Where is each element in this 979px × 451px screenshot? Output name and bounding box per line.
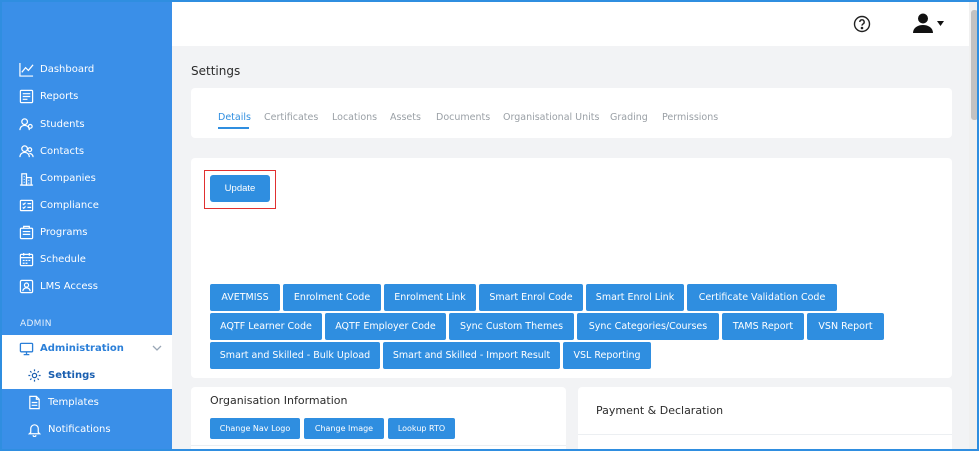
programs-icon	[18, 225, 34, 241]
sidebar-item-students[interactable]: Students	[2, 111, 172, 138]
sidebar-item-administration[interactable]: Administration	[2, 335, 172, 362]
sidebar-item-label: Compliance	[40, 200, 99, 211]
scrollbar-thumb[interactable]	[971, 10, 977, 120]
help-icon[interactable]	[853, 15, 871, 33]
sidebar-item-label: Settings	[48, 370, 96, 381]
chart-line-icon	[18, 62, 34, 78]
sidebar-item-reports[interactable]: Reports	[2, 83, 172, 110]
sidebar: Dashboard Reports Students Contacts Comp…	[2, 2, 172, 449]
tab-documents[interactable]: Documents	[436, 112, 490, 123]
aqtf-learner-code-button[interactable]: AQTF Learner Code	[210, 313, 322, 340]
sidebar-item-notifications[interactable]: Notifications	[2, 416, 172, 443]
monitor-icon	[18, 341, 34, 357]
sync-categories-courses-button[interactable]: Sync Categories/Courses	[577, 313, 719, 340]
caret-down-icon[interactable]	[937, 21, 944, 26]
tab-assets[interactable]: Assets	[390, 112, 421, 123]
certificate-validation-code-button[interactable]: Certificate Validation Code	[687, 284, 837, 311]
aqtf-employer-code-button[interactable]: AQTF Employer Code	[325, 313, 446, 340]
sidebar-item-label: Schedule	[40, 254, 86, 265]
sidebar-item-label: Reports	[40, 91, 79, 102]
page-title: Settings	[191, 64, 241, 78]
compliance-icon	[18, 198, 34, 214]
sidebar-item-companies[interactable]: Companies	[2, 165, 172, 192]
sidebar-section-heading: ADMIN	[20, 319, 52, 329]
report-icon	[18, 89, 34, 105]
lms-icon	[18, 279, 34, 295]
lookup-rto-button[interactable]: Lookup RTO	[388, 418, 455, 439]
top-bar	[172, 2, 969, 46]
enrolment-link-button[interactable]: Enrolment Link	[384, 284, 476, 311]
smart-and-skilled-import-result-button[interactable]: Smart and Skilled - Import Result	[383, 342, 560, 369]
template-icon	[26, 395, 42, 411]
organisation-info-title: Organisation Information	[210, 394, 348, 407]
tams-report-button[interactable]: TAMS Report	[722, 313, 804, 340]
update-button[interactable]: Update	[210, 175, 270, 202]
app-window: Dashboard Reports Students Contacts Comp…	[0, 0, 979, 451]
sidebar-item-dashboard[interactable]: Dashboard	[2, 56, 172, 83]
bell-icon	[26, 422, 42, 438]
sidebar-item-contacts[interactable]: Contacts	[2, 138, 172, 165]
sidebar-item-label: Companies	[40, 173, 96, 184]
payment-declaration-card	[578, 387, 952, 449]
divider	[578, 434, 952, 435]
sidebar-item-label: Contacts	[40, 146, 85, 157]
sidebar-item-templates[interactable]: Templates	[2, 389, 172, 416]
smart-enrol-link-button[interactable]: Smart Enrol Link	[586, 284, 684, 311]
sidebar-item-label: Dashboard	[40, 64, 95, 75]
divider	[191, 445, 566, 446]
change-image-button[interactable]: Change Image	[304, 418, 384, 439]
tab-organisational-units[interactable]: Organisational Units	[503, 112, 599, 123]
sidebar-item-label: Students	[40, 119, 85, 130]
sidebar-item-programs[interactable]: Programs	[2, 219, 172, 246]
tab-details[interactable]: Details	[218, 112, 251, 123]
vsn-report-button[interactable]: VSN Report	[807, 313, 884, 340]
sidebar-item-label: LMS Access	[40, 281, 98, 292]
building-icon	[18, 171, 34, 187]
chevron-down-icon[interactable]	[152, 343, 162, 353]
active-tab-indicator	[218, 127, 249, 129]
sidebar-item-schedule[interactable]: Schedule	[2, 246, 172, 273]
sidebar-item-settings[interactable]: Settings	[2, 362, 172, 389]
user-icon[interactable]	[912, 12, 934, 34]
avetmiss-button[interactable]: AVETMISS	[210, 284, 280, 311]
sidebar-item-label: Administration	[40, 343, 124, 354]
sync-custom-themes-button[interactable]: Sync Custom Themes	[449, 313, 574, 340]
enrolment-code-button[interactable]: Enrolment Code	[283, 284, 381, 311]
sidebar-item-label: Programs	[40, 227, 88, 238]
students-icon	[18, 117, 34, 133]
tab-grading[interactable]: Grading	[610, 112, 648, 123]
smart-and-skilled-bulk-upload-button[interactable]: Smart and Skilled - Bulk Upload	[210, 342, 380, 369]
tab-locations[interactable]: Locations	[332, 112, 377, 123]
payment-declaration-title: Payment & Declaration	[596, 404, 724, 417]
tab-certificates[interactable]: Certificates	[264, 112, 318, 123]
contacts-icon	[18, 144, 34, 160]
gear-icon	[26, 368, 42, 384]
tab-permissions[interactable]: Permissions	[662, 112, 718, 123]
sidebar-item-label: Notifications	[48, 424, 111, 435]
sidebar-item-compliance[interactable]: Compliance	[2, 192, 172, 219]
vsl-reporting-button[interactable]: VSL Reporting	[563, 342, 651, 369]
change-nav-logo-button[interactable]: Change Nav Logo	[210, 418, 300, 439]
calendar-icon	[18, 252, 34, 268]
sidebar-item-lms-access[interactable]: LMS Access	[2, 273, 172, 300]
tabs-card: Details Certificates Locations Assets Do…	[191, 88, 952, 138]
smart-enrol-code-button[interactable]: Smart Enrol Code	[479, 284, 583, 311]
sidebar-item-label: Templates	[48, 397, 99, 408]
